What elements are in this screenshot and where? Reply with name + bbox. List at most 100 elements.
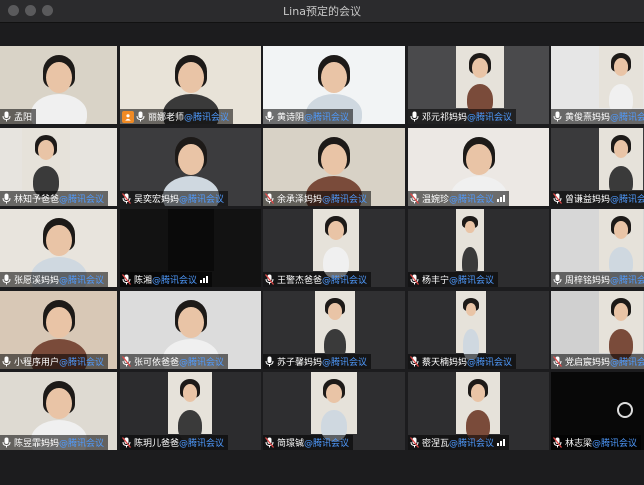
network-signal-icon — [497, 439, 506, 446]
participant-name-bar: 陈昱霏妈妈 @腾讯会议 — [0, 435, 109, 450]
mic-icon — [2, 356, 14, 367]
participant-tile[interactable]: 黄诗阴 @腾讯会议 — [263, 46, 405, 124]
video-grid: 孟阳丽娜老师@腾讯会议黄诗阴@腾讯会议邓元祁妈妈@腾讯会议黄俊熹妈妈@腾讯会议林… — [0, 46, 644, 452]
mic-icon — [265, 111, 277, 122]
participant-name-bar: 黄诗阴 @腾讯会议 — [263, 109, 354, 124]
participant-name-bar: 党启宸妈妈@腾讯会议 — [551, 354, 644, 369]
participant-org: @腾讯会议 — [322, 195, 368, 205]
loading-spinner-icon — [617, 402, 633, 418]
participant-tile[interactable]: 孟阳 — [0, 46, 117, 124]
participant-tile[interactable]: 丽娜老师 @腾讯会议 — [120, 46, 261, 124]
participant-org: @腾讯会议 — [59, 276, 105, 286]
mic-icon — [2, 437, 14, 448]
participant-name: 黄诗阴 — [277, 113, 305, 123]
participant-name-bar: 张愿溪妈妈 @腾讯会议 — [0, 272, 109, 287]
participant-name: 陈昱霏妈妈 — [14, 439, 60, 449]
participant-org: @腾讯会议 — [322, 276, 368, 286]
participant-name: 孟阳 — [14, 113, 33, 123]
participant-org: @腾讯会议 — [59, 195, 105, 205]
participant-name: 丽娜老师 — [148, 113, 185, 123]
host-badge-icon — [122, 110, 134, 123]
participant-name: 简璟铖 — [277, 439, 305, 449]
participant-tile[interactable]: 陈湘 @腾讯会议 — [120, 209, 261, 287]
participant-tile[interactable]: 小程序用户 @腾讯会议 — [0, 291, 117, 369]
participant-tile[interactable]: 苏子馨妈妈 @腾讯会议 — [263, 291, 405, 369]
participant-tile[interactable]: 黄俊熹妈妈@腾讯会议 — [551, 46, 644, 124]
participant-tile[interactable]: 温婉珍 @腾讯会议 — [408, 128, 549, 206]
participant-tile[interactable]: 林志梁 @腾讯会议 — [551, 372, 644, 450]
participant-org: @腾讯会议 — [467, 113, 513, 123]
participant-tile[interactable]: 蔡天楠妈妈 @腾讯会议 — [408, 291, 549, 369]
participant-tile[interactable]: 陈昱霏妈妈 @腾讯会议 — [0, 372, 117, 450]
participant-tile[interactable]: 简璟铖 @腾讯会议 — [263, 372, 405, 450]
participant-name: 陈玥儿爸爸 — [134, 439, 180, 449]
participant-name-bar: 孟阳 — [0, 109, 37, 124]
participant-tile[interactable]: 杨丰宁 @腾讯会议 — [408, 209, 549, 287]
participant-tile[interactable]: 吴奕宏妈妈 @腾讯会议 — [120, 128, 261, 206]
participant-name: 蔡天楠妈妈 — [422, 358, 468, 368]
window-titlebar: Lina预定的会议 — [0, 0, 644, 23]
participant-name: 密涅瓦 — [422, 439, 450, 449]
mic-icon — [410, 111, 422, 122]
mic-muted-icon — [265, 274, 277, 285]
participant-name: 小程序用户 — [14, 358, 60, 368]
participant-tile[interactable]: 周梓铭妈妈@腾讯会议 — [551, 209, 644, 287]
mic-muted-icon — [410, 437, 422, 448]
participant-org: @腾讯会议 — [449, 439, 495, 449]
mic-icon — [265, 356, 277, 367]
participant-tile[interactable]: 陈玥儿爸爸 @腾讯会议 — [120, 372, 261, 450]
mic-muted-icon — [265, 193, 277, 204]
participant-tile[interactable]: 密涅瓦 @腾讯会议 — [408, 372, 549, 450]
participant-name-bar: 邓元祁妈妈 @腾讯会议 — [408, 109, 517, 124]
participant-org: @腾讯会议 — [322, 358, 368, 368]
mic-muted-icon — [553, 193, 565, 204]
mic-muted-icon — [122, 356, 134, 367]
mic-muted-icon — [553, 356, 565, 367]
mic-muted-icon — [553, 437, 565, 448]
mic-icon — [2, 193, 14, 204]
bottom-area — [0, 452, 644, 485]
participant-tile[interactable]: 党启宸妈妈@腾讯会议 — [551, 291, 644, 369]
participant-name: 余承泽妈妈 — [277, 195, 323, 205]
participant-tile[interactable]: 林知予爸爸 @腾讯会议 — [0, 128, 117, 206]
mic-icon — [2, 274, 14, 285]
participant-org: @腾讯会议 — [610, 276, 644, 286]
participant-org: @腾讯会议 — [179, 358, 225, 368]
participant-name: 周梓铭妈妈 — [565, 276, 611, 286]
participant-tile[interactable]: 王警杰爸爸 @腾讯会议 — [263, 209, 405, 287]
participant-name: 曾谦益妈妈 — [565, 195, 611, 205]
participant-name: 黄俊熹妈妈 — [565, 113, 611, 123]
participant-name-bar: 小程序用户 @腾讯会议 — [0, 354, 109, 369]
participant-org: @腾讯会议 — [184, 113, 230, 123]
participant-org: @腾讯会议 — [467, 358, 513, 368]
mic-muted-icon — [122, 193, 134, 204]
participant-org: @腾讯会议 — [610, 195, 644, 205]
participant-org: @腾讯会议 — [610, 113, 644, 123]
participant-tile[interactable]: 张愿溪妈妈 @腾讯会议 — [0, 209, 117, 287]
participant-name-bar: 苏子馨妈妈 @腾讯会议 — [263, 354, 372, 369]
participant-tile[interactable]: 余承泽妈妈 @腾讯会议 — [263, 128, 405, 206]
participant-name-bar: 余承泽妈妈 @腾讯会议 — [263, 191, 372, 206]
participant-name: 邓元祁妈妈 — [422, 113, 468, 123]
participant-name-bar: 陈玥儿爸爸 @腾讯会议 — [120, 435, 229, 450]
participant-tile[interactable]: 张可依爸爸 @腾讯会议 — [120, 291, 261, 369]
participant-org: @腾讯会议 — [304, 439, 350, 449]
participant-tile[interactable]: 邓元祁妈妈 @腾讯会议 — [408, 46, 549, 124]
mic-icon — [136, 111, 148, 122]
participant-name: 党启宸妈妈 — [565, 358, 611, 368]
participant-org: @腾讯会议 — [59, 439, 105, 449]
participant-name-bar: 陈湘 @腾讯会议 — [120, 272, 213, 287]
participant-org: @腾讯会议 — [449, 276, 495, 286]
participant-name-bar: 密涅瓦 @腾讯会议 — [408, 435, 510, 450]
participant-name: 苏子馨妈妈 — [277, 358, 323, 368]
mic-muted-icon — [410, 193, 422, 204]
participant-name: 温婉珍 — [422, 195, 450, 205]
participant-name: 张可依爸爸 — [134, 358, 180, 368]
mic-icon — [553, 274, 565, 285]
participant-name-bar: 周梓铭妈妈@腾讯会议 — [551, 272, 644, 287]
participant-name-bar: 蔡天楠妈妈 @腾讯会议 — [408, 354, 517, 369]
participant-name-bar: 简璟铖 @腾讯会议 — [263, 435, 354, 450]
participant-name-bar: 张可依爸爸 @腾讯会议 — [120, 354, 229, 369]
participant-name: 张愿溪妈妈 — [14, 276, 60, 286]
participant-tile[interactable]: 曾谦益妈妈@腾讯会议 — [551, 128, 644, 206]
